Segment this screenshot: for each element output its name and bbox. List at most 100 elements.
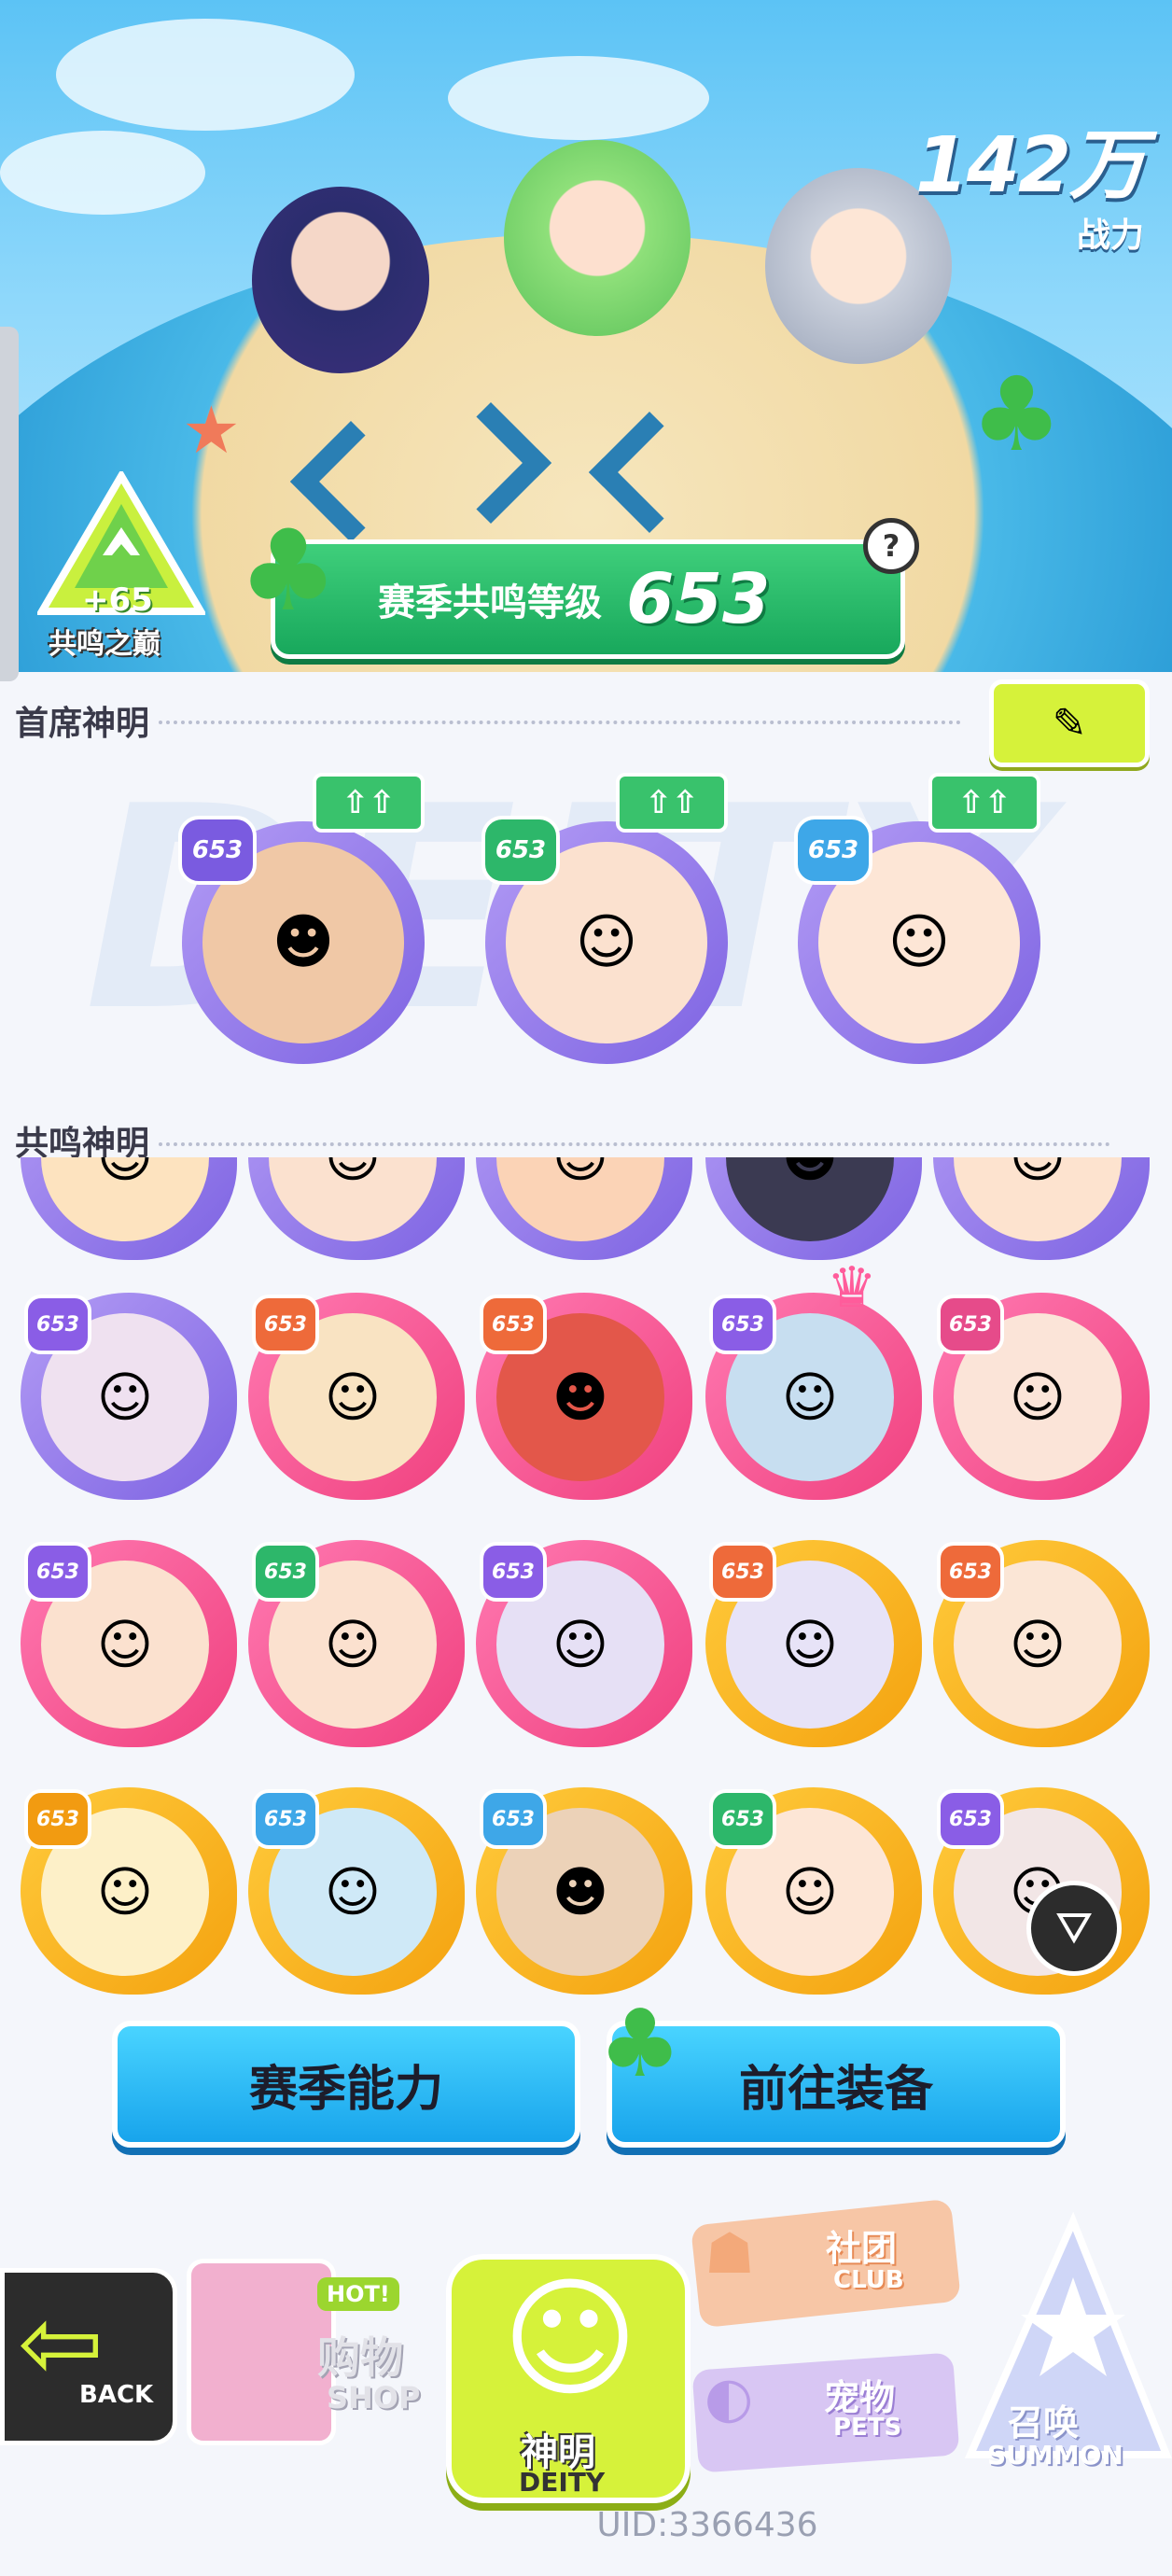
- resonance-deity-card[interactable]: ☺ 653: [21, 1787, 237, 1995]
- section-title-top-deities: 首席神明: [15, 705, 150, 743]
- deity-level: 653: [480, 1789, 547, 1849]
- resonance-deity-card[interactable]: ☺ 653: [21, 1293, 237, 1500]
- season-ability-label: 赛季能力: [248, 2061, 443, 2118]
- upgrade-arrows-icon[interactable]: ⇧⇧: [616, 773, 728, 833]
- help-icon[interactable]: ?: [863, 518, 919, 574]
- resonance-deity-card[interactable]: ☺ 653: [248, 1540, 465, 1747]
- go-equip-button[interactable]: ♣ 前往装备: [598, 1989, 1066, 2148]
- summon-label-cn: 召唤: [1008, 2402, 1080, 2443]
- nav-pets[interactable]: ◐ 宠物 PETS: [691, 2352, 966, 2487]
- deity-portrait: ☺: [269, 1157, 437, 1241]
- club-label-en: CLUB: [833, 2266, 904, 2294]
- nav-deity[interactable]: ☺ 神明 DEITY: [446, 2226, 691, 2506]
- upgrade-arrows-icon[interactable]: ⇧⇧: [928, 773, 1040, 833]
- power-display: 142万 战力: [914, 103, 1146, 257]
- resonance-deity-card[interactable]: ☺: [476, 1157, 692, 1260]
- deity-portrait: ☺: [496, 1157, 664, 1241]
- resonance-deity-card[interactable]: ☺ 653 ⛛: [933, 1787, 1150, 1995]
- back-arrow-icon: ⇦: [18, 2283, 105, 2402]
- resonance-deity-card[interactable]: ☻: [705, 1157, 922, 1260]
- deity-level: 653: [480, 1542, 547, 1602]
- resonance-deity-card[interactable]: ☺ 653: [933, 1540, 1150, 1747]
- resonance-deity-card[interactable]: ☺ 653: [248, 1293, 465, 1500]
- vending-machine-icon: [187, 2259, 336, 2445]
- cloud: [448, 56, 709, 140]
- deity-level: 653: [481, 816, 560, 885]
- power-value: 142万: [914, 121, 1146, 210]
- resonance-deity-card[interactable]: ☺ 653: [705, 1787, 922, 1995]
- resonance-deity-card[interactable]: ☺ 653: [476, 1540, 692, 1747]
- power-label: 战力: [1076, 217, 1144, 255]
- top-deity-card[interactable]: ☺ 653 ⇧⇧: [794, 773, 1040, 1064]
- nav-shop[interactable]: HOT! 购物 SHOP: [177, 2212, 429, 2455]
- deity-level: 653: [709, 1789, 776, 1849]
- deity-portrait: ☺: [954, 1157, 1122, 1241]
- resonance-deity-card[interactable]: ☺: [248, 1157, 465, 1260]
- palm-leaf-icon: ♣: [238, 507, 339, 637]
- nav-club[interactable]: ☗ 社团 CLUB: [691, 2193, 966, 2329]
- fish-icon: ◐: [705, 2365, 754, 2430]
- season-ability-button[interactable]: 赛季能力: [112, 2021, 580, 2148]
- top-deity-card[interactable]: ☻ 653 ⇧⇧: [178, 773, 425, 1064]
- palm-leaf-icon: ♣: [598, 1989, 682, 2098]
- summon-label-en: SUMMON: [987, 2440, 1123, 2471]
- go-equip-label: 前往装备: [738, 2061, 933, 2118]
- deity-label-en: DEITY: [519, 2467, 606, 2498]
- starfish-icon: ★: [182, 392, 241, 469]
- resonance-deity-card[interactable]: ☺ 653: [248, 1787, 465, 1995]
- upgrade-arrows-icon[interactable]: ⇧⇧: [313, 773, 425, 833]
- deity-level: 653: [24, 1295, 91, 1354]
- character-chibi-green[interactable]: [504, 140, 691, 336]
- back-button[interactable]: ⇦ BACK: [0, 2268, 177, 2445]
- resonance-deity-card[interactable]: ☺ 653: [933, 1293, 1150, 1500]
- pets-label-en: PETS: [833, 2414, 902, 2442]
- deity-level: 653: [252, 1542, 319, 1602]
- resonance-peak-badge[interactable]: +65 共鸣之巅: [35, 469, 207, 661]
- divider: [159, 721, 961, 724]
- resonance-deity-card[interactable]: ☺ 653 ♛: [705, 1255, 922, 1500]
- deity-level: 653: [24, 1542, 91, 1602]
- shop-label-en: SHOP: [327, 2380, 421, 2415]
- deity-face-icon: ☺: [502, 2263, 638, 2415]
- deity-level: 653: [252, 1295, 319, 1354]
- top-deity-card[interactable]: ☺ 653 ⇧⇧: [481, 773, 728, 1064]
- character-chibi-dark[interactable]: [252, 187, 429, 373]
- deity-level: 653: [709, 1542, 776, 1602]
- nav-summon[interactable]: 召唤 SUMMON: [961, 2212, 1172, 2483]
- season-level: 653: [626, 559, 771, 639]
- resonance-row-partial: ☺ ☺ ☺ ☻ ☺: [0, 1157, 1172, 1260]
- resonance-deity-card[interactable]: ☻ 653: [476, 1293, 692, 1500]
- divider: [159, 1142, 1110, 1146]
- deity-level: 653: [480, 1295, 547, 1354]
- deity-level: 653: [937, 1295, 1004, 1354]
- side-handle[interactable]: [0, 327, 19, 681]
- deity-portrait: ☻: [726, 1157, 894, 1241]
- shop-label-cn: 购物: [317, 2332, 403, 2383]
- deity-level: 653: [178, 816, 257, 885]
- deity-portrait: ☺: [41, 1157, 209, 1241]
- pencil-icon: ✎: [1052, 699, 1087, 748]
- hot-badge: HOT!: [317, 2277, 399, 2311]
- deity-level: 653: [24, 1789, 91, 1849]
- deity-level: 653: [937, 1542, 1004, 1602]
- filter-icon[interactable]: ⛛: [1026, 1881, 1122, 1976]
- club-label-cn: 社团: [826, 2228, 898, 2269]
- resonance-deity-card[interactable]: ☺ 653: [21, 1540, 237, 1747]
- resonance-deity-card[interactable]: ☺ 653: [705, 1540, 922, 1747]
- season-label: 赛季共鸣等级: [378, 581, 602, 624]
- cloud: [0, 131, 205, 215]
- resonance-deity-card[interactable]: ☻ 653: [476, 1787, 692, 1995]
- deity-level: 653: [252, 1789, 319, 1849]
- deity-level: 653: [937, 1789, 1004, 1849]
- resonance-deity-card[interactable]: ☺: [933, 1157, 1150, 1260]
- season-resonance-bar[interactable]: ♣ 赛季共鸣等级 653: [238, 507, 905, 659]
- deity-level: 653: [794, 816, 872, 885]
- resonance-deity-card[interactable]: ☺: [21, 1157, 237, 1260]
- cloud: [56, 19, 355, 131]
- deity-level: 653: [709, 1295, 776, 1354]
- resonance-bonus: +65: [82, 581, 153, 619]
- bag-icon: ☗: [705, 2221, 755, 2287]
- pets-label-cn: 宠物: [824, 2377, 896, 2418]
- resonance-peak-label: 共鸣之巅: [49, 628, 160, 661]
- crown-icon: ♛: [827, 1255, 877, 1321]
